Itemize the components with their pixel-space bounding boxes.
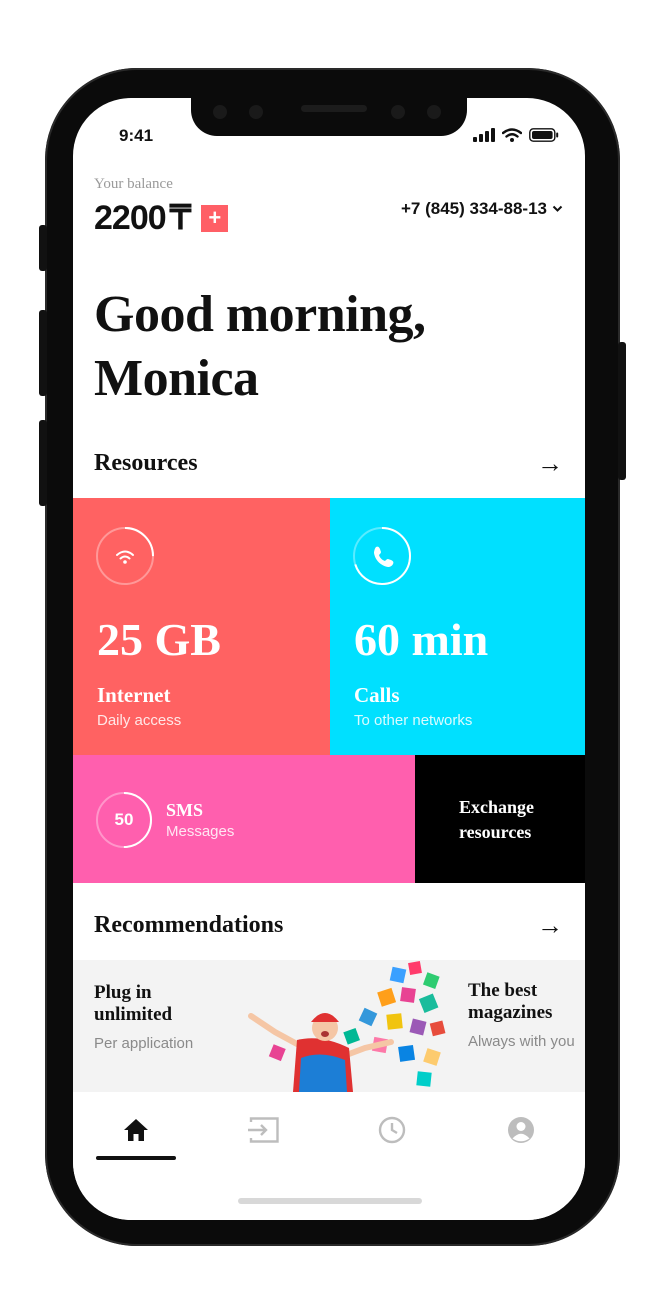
battery-icon bbox=[529, 128, 559, 142]
promo-illustration bbox=[248, 961, 446, 1092]
internet-value: 25 GB bbox=[97, 614, 221, 665]
sms-subtitle: Messages bbox=[166, 823, 235, 840]
arrow-right-icon[interactable]: → bbox=[537, 910, 563, 941]
sms-count: 50 bbox=[114, 810, 134, 829]
sms-tile[interactable]: 50 SMS Messages bbox=[73, 755, 415, 883]
history-clock-icon bbox=[378, 1116, 406, 1144]
balance-currency: ₸ bbox=[169, 199, 192, 237]
exchange-label: Exchange resources bbox=[459, 795, 534, 845]
internet-subtitle: Daily access bbox=[97, 712, 182, 729]
calls-value: 60 min bbox=[354, 614, 489, 665]
calls-progress-ring bbox=[353, 527, 411, 585]
balance-row: 2200 ₸ + bbox=[94, 198, 229, 238]
recommendation-subtitle: Always with you bbox=[468, 1033, 575, 1050]
chevron-down-icon bbox=[552, 205, 563, 212]
top-up-button[interactable]: + bbox=[201, 204, 229, 232]
status-icons bbox=[473, 128, 559, 142]
bottom-tab-bar bbox=[73, 1092, 585, 1220]
resources-header[interactable]: Resources → bbox=[94, 448, 563, 479]
balance-amount: 2200 bbox=[94, 198, 167, 237]
power-button bbox=[618, 342, 626, 480]
tab-transfer[interactable] bbox=[223, 1110, 303, 1150]
recommendations-title: Recommendations bbox=[94, 912, 284, 938]
camera-icon bbox=[249, 105, 263, 119]
phone-number-selector[interactable]: +7 (845) 334-88-13 bbox=[401, 199, 563, 219]
greeting-line: Good morning, bbox=[94, 286, 426, 343]
recommendation-title: Plug in unlimited bbox=[94, 982, 172, 1026]
cellular-signal-icon bbox=[473, 128, 495, 142]
greeting: Good morning, Monica bbox=[94, 283, 426, 411]
tab-home[interactable] bbox=[96, 1110, 176, 1150]
recommendation-subtitle: Per application bbox=[94, 1035, 194, 1052]
volume-up-button bbox=[39, 310, 47, 396]
internet-progress-ring bbox=[96, 527, 154, 585]
home-indicator bbox=[238, 1198, 422, 1204]
recommendation-card[interactable]: Plug in unlimited Per application bbox=[73, 960, 447, 1092]
app-screen: 9:41 Your balance 2200 ₸ + +7 (845) 334-… bbox=[73, 98, 585, 1220]
home-icon bbox=[124, 1119, 148, 1141]
calls-subtitle: To other networks bbox=[354, 712, 473, 729]
internet-title: Internet bbox=[97, 683, 171, 707]
calls-title: Calls bbox=[354, 683, 400, 707]
recommendation-title-line: magazines bbox=[468, 1002, 553, 1023]
recommendations-carousel[interactable]: Plug in unlimited Per application The be… bbox=[73, 960, 585, 1092]
recommendation-title-line: Plug in bbox=[94, 982, 152, 1003]
camera-icon bbox=[213, 105, 227, 119]
recommendation-card[interactable]: The best magazines Always with you bbox=[447, 960, 585, 1092]
notch bbox=[191, 98, 467, 136]
arrow-right-icon[interactable]: → bbox=[537, 448, 563, 479]
recommendations-header[interactable]: Recommendations → bbox=[94, 910, 563, 941]
calls-tile[interactable]: 60 min Calls To other networks bbox=[330, 498, 585, 755]
exchange-label-line1: Exchange bbox=[459, 797, 535, 817]
internet-tile[interactable]: 25 GB Internet Daily access bbox=[73, 498, 330, 755]
tab-history[interactable] bbox=[352, 1110, 432, 1150]
exchange-resources-button[interactable]: Exchange resources bbox=[415, 755, 585, 883]
recommendation-title-line: unlimited bbox=[94, 1004, 173, 1025]
phone-handset-icon bbox=[374, 546, 394, 567]
recommendation-title: The best magazines bbox=[468, 980, 552, 1024]
profile-icon bbox=[508, 1117, 534, 1143]
mute-switch bbox=[39, 225, 47, 271]
active-tab-indicator bbox=[96, 1156, 176, 1160]
resources-title: Resources bbox=[94, 450, 198, 476]
speaker-grill bbox=[301, 105, 367, 112]
exchange-label-line2: resources bbox=[459, 822, 532, 842]
wifi-icon bbox=[116, 550, 134, 564]
tab-profile[interactable] bbox=[481, 1110, 561, 1150]
recommendation-title-line: The best bbox=[468, 980, 538, 1001]
phone-number: +7 (845) 334-88-13 bbox=[400, 199, 547, 218]
status-time: 9:41 bbox=[119, 126, 154, 145]
transfer-icon bbox=[248, 1117, 279, 1143]
sensor-icon bbox=[391, 105, 405, 119]
greeting-name: Monica bbox=[94, 350, 259, 407]
camera-icon bbox=[427, 105, 441, 119]
balance-label: Your balance bbox=[94, 176, 173, 192]
wifi-icon bbox=[502, 128, 522, 142]
sms-title: SMS bbox=[166, 800, 204, 820]
volume-down-button bbox=[39, 420, 47, 506]
